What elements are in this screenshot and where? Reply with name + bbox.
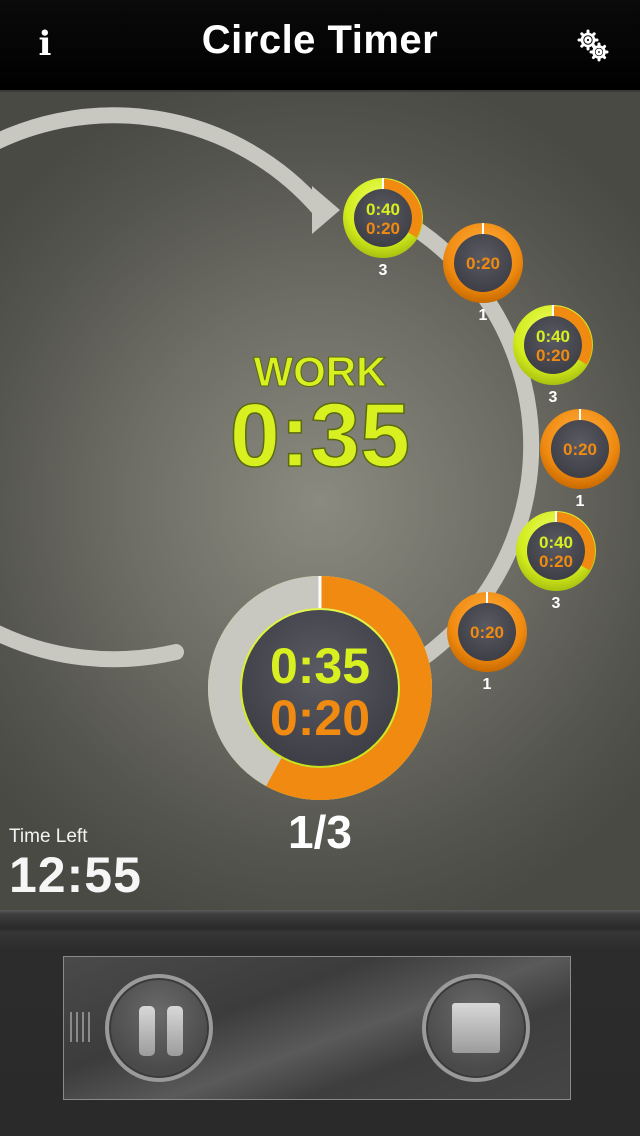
station-2[interactable]: 0:20 1 [443, 223, 523, 324]
station-4[interactable]: 0:20 1 [540, 409, 620, 510]
station-repeat-count: 1 [576, 493, 585, 510]
round-counter: 1/3 [288, 806, 352, 858]
stop-icon [452, 1003, 500, 1053]
station-repeat-count: 3 [552, 595, 561, 612]
station-repeat-count: 1 [479, 307, 488, 324]
station-1[interactable]: 0:400:20 3 [343, 178, 423, 279]
station-repeat-count: 1 [483, 676, 492, 693]
circuit-diagram: WORK 0:35 0:400:203 0:2010:400:2030:2010:… [0, 107, 620, 858]
station-5[interactable]: 0:400:20 3 [516, 511, 596, 612]
station-repeat-count: 3 [549, 389, 558, 406]
station-rest-time: 0:20 [536, 346, 570, 365]
time-left-value: 12:55 [9, 847, 142, 903]
pause-button[interactable] [105, 974, 213, 1082]
grip-icon[interactable] [70, 1012, 92, 1042]
station-rest-time: 0:20 [563, 440, 597, 459]
current-station[interactable]: 0:35 0:20 [208, 576, 432, 800]
phase-time: 0:35 [230, 386, 410, 486]
current-rest-time: 0:20 [270, 690, 370, 746]
track-arrow [312, 186, 340, 234]
station-rest-time: 0:20 [366, 219, 400, 238]
time-left-label: Time Left [9, 826, 88, 847]
station-rest-time: 0:20 [466, 254, 500, 273]
station-rest-time: 0:20 [470, 623, 504, 642]
station-6[interactable]: 0:20 1 [447, 592, 527, 693]
station-work-time: 0:40 [536, 327, 570, 346]
station-work-time: 0:40 [366, 200, 400, 219]
current-work-time: 0:35 [270, 638, 370, 694]
station-repeat-count: 3 [379, 262, 388, 279]
stop-button[interactable] [422, 974, 530, 1082]
station-rest-time: 0:20 [539, 552, 573, 571]
station-work-time: 0:40 [539, 533, 573, 552]
